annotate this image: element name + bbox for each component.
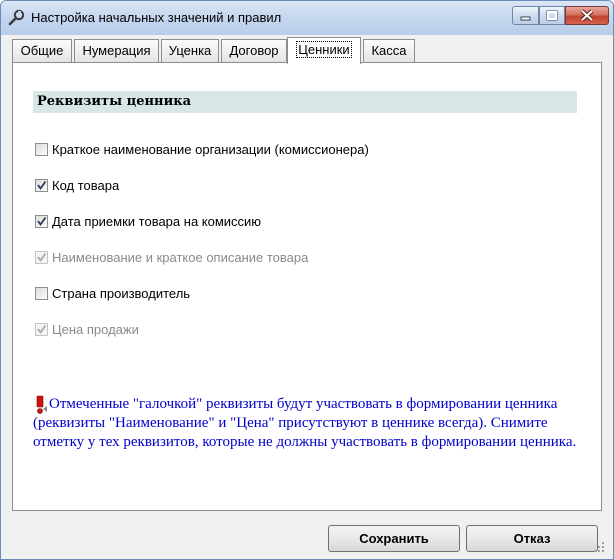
checkbox-label: Дата приемки товара на комиссию [52,214,262,229]
tab-strip: Общие Нумерация Уценка Договор Ценники К… [12,37,602,64]
wrench-icon [8,9,25,26]
checkbox-box[interactable] [35,287,48,300]
checkbox-label: Страна производитель [52,286,191,301]
price-tags-panel: Реквизиты ценника Краткое наименование о… [12,62,602,511]
minimize-icon [520,16,531,21]
dialog-body: Общие Нумерация Уценка Договор Ценники К… [8,35,606,554]
resize-grip-icon[interactable] [593,541,605,553]
cancel-button[interactable]: Отказ [466,525,598,552]
checkbox-box [35,251,48,264]
settings-dialog: Настройка начальных значений и правил Об… [0,0,614,560]
tab-numbering[interactable]: Нумерация [74,39,159,63]
save-button[interactable]: Сохранить [328,525,460,552]
checkbox-label: Краткое наименование организации (комисс… [52,142,369,157]
checkbox-label: Наименование и краткое описание товара [52,250,309,265]
title-bar[interactable]: Настройка начальных значений и правил [1,1,613,35]
checkbox-box [35,323,48,336]
checkmark-icon [37,324,47,335]
checkbox-box[interactable] [35,143,48,156]
section-title: Реквизиты ценника [33,91,577,113]
checkbox-box[interactable] [35,179,48,192]
tab-contract[interactable]: Договор [221,39,287,63]
minimize-button[interactable] [512,6,539,25]
window-title: Настройка начальных значений и правил [31,10,282,25]
checkbox-label: Цена продажи [52,322,139,337]
close-button[interactable] [565,6,609,25]
tab-price-tags[interactable]: Ценники [287,37,361,64]
checkbox-box[interactable] [35,215,48,228]
exclamation-icon [36,395,47,414]
checkmark-icon [37,252,47,263]
tab-general[interactable]: Общие [12,39,72,63]
info-note: Отмеченные "галочкой" реквизиты будут уч… [33,395,588,452]
checkmark-icon [37,180,47,191]
checkmark-icon [37,216,47,227]
maximize-button[interactable] [539,6,565,25]
note-text: Отмеченные "галочкой" реквизиты будут уч… [33,396,577,450]
close-icon [580,9,594,22]
checkbox-label: Код товара [52,178,120,193]
tab-cashbox[interactable]: Касса [363,39,415,63]
maximize-icon [546,10,558,21]
tab-markdown[interactable]: Уценка [161,39,219,63]
